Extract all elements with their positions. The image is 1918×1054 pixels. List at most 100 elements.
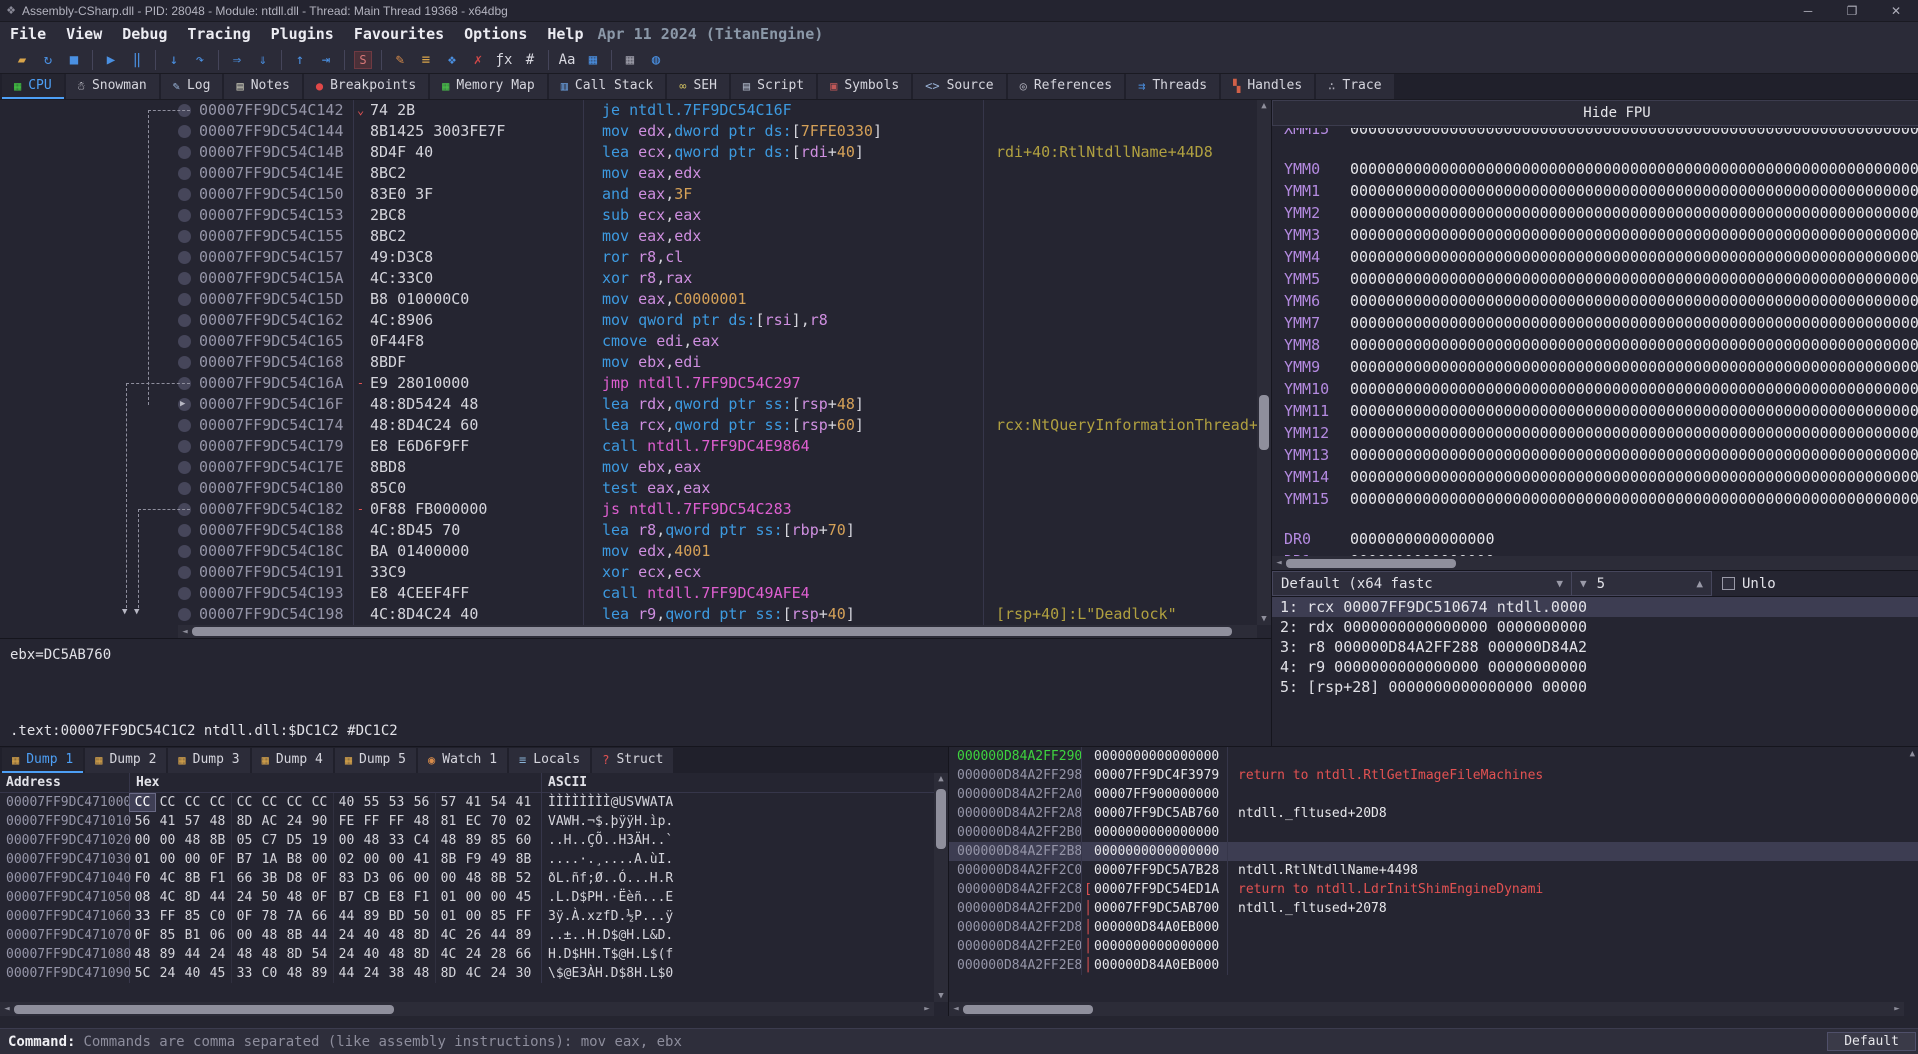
instruction-bytes[interactable]: E8 4CEEF4FF [354, 583, 584, 604]
stack-row[interactable]: 000000D84A2FF2C8[00007FF9DC54ED1Areturn … [949, 880, 1918, 899]
hex-byte[interactable]: 00 [409, 870, 434, 887]
scroll-up-icon[interactable]: ▲ [1257, 101, 1271, 111]
instruction-text[interactable]: mov edx,4001 [584, 541, 984, 562]
hex-byte[interactable]: D8 [282, 870, 307, 887]
dump-hscrollbar[interactable]: ◄ ► [0, 1002, 934, 1016]
open-file-icon[interactable]: ▰ [9, 50, 35, 70]
hex-byte[interactable]: 3B [257, 870, 282, 887]
hex-byte[interactable]: 89 [155, 946, 180, 963]
instruction-bytes[interactable]: 33C9 [354, 562, 584, 583]
breakpoint-dot[interactable] [178, 545, 191, 558]
step-over-icon[interactable]: ↷ [187, 50, 213, 70]
instruction-address[interactable]: 00007FF9DC54C18C [199, 541, 354, 562]
hex-byte[interactable]: 8B [436, 851, 461, 868]
menu-item-help[interactable]: Help [537, 25, 593, 43]
maximize-button[interactable]: ❐ [1830, 0, 1874, 22]
instruction-bytes[interactable]: 83E0 3F [354, 184, 584, 205]
run-to-user-code-icon[interactable]: ↑ [287, 50, 313, 70]
hex-byte[interactable]: CC [205, 794, 230, 811]
column-header-hex[interactable]: Hex [130, 773, 542, 793]
hex-byte[interactable]: 06 [384, 870, 409, 887]
instruction-address[interactable]: 00007FF9DC54C16A [199, 373, 354, 394]
hex-byte[interactable]: 8B [511, 851, 536, 868]
hex-byte[interactable]: EC [461, 813, 486, 830]
breakpoint-dot[interactable] [178, 440, 191, 453]
instruction-address[interactable]: 00007FF9DC54C15D [199, 289, 354, 310]
hex-byte[interactable]: 05 [232, 832, 257, 849]
calling-convention-select[interactable]: Default (x64 fastc ▼ [1272, 571, 1572, 596]
hex-byte[interactable]: 89 [359, 908, 384, 925]
hex-byte[interactable]: FE [334, 813, 359, 830]
instruction-address[interactable]: 00007FF9DC54C142 [199, 100, 354, 121]
dump-ascii[interactable]: ðL.ñf;Ø..Ó...H.R [542, 869, 673, 888]
tab-dump-4[interactable]: ▦Dump 4 [252, 748, 333, 773]
dump-row[interactable]: 00007FF9DC4710700F85B10600488B442440488D… [0, 926, 948, 945]
instruction-text[interactable]: sub ecx,eax [584, 205, 984, 226]
instruction-text[interactable]: cmove edi,eax [584, 331, 984, 352]
instruction-text[interactable]: lea r8,qword ptr ss:[rbp+70] [584, 520, 984, 541]
dump-row[interactable]: 00007FF9DC4710905C24404533C0488944243848… [0, 964, 948, 983]
instruction-address[interactable]: 00007FF9DC54C168 [199, 352, 354, 373]
hex-byte[interactable]: 5C [130, 965, 155, 982]
scroll-right-icon[interactable]: ► [920, 1004, 934, 1014]
pencil-icon[interactable]: ✎ [387, 50, 413, 70]
stack-address[interactable]: 000000D84A2FF2C0 [949, 861, 1081, 880]
breakpoint-dot[interactable] [178, 314, 191, 327]
instruction-bytes[interactable]: ⌄74 2B [354, 100, 584, 121]
close-icon[interactable]: ■ [61, 50, 87, 70]
register-row[interactable]: XMM1500000000000000000000000000000000000… [1284, 128, 1918, 140]
hex-byte[interactable]: 48 [384, 927, 409, 944]
scroll-thumb[interactable] [963, 1005, 1093, 1014]
hex-byte[interactable]: 00 [436, 870, 461, 887]
register-row[interactable]: YMM1100000000000000000000000000000000000… [1284, 400, 1918, 422]
hex-byte[interactable]: C7 [257, 832, 282, 849]
hex-byte[interactable]: 48 [461, 870, 486, 887]
layers-icon[interactable]: ❖ [439, 50, 465, 70]
register-row[interactable]: YMM1200000000000000000000000000000000000… [1284, 422, 1918, 444]
dump-address[interactable]: 00007FF9DC471050 [0, 888, 130, 907]
tab-handles[interactable]: ▚Handles [1221, 74, 1314, 99]
dump-ascii[interactable]: .L.D$PH.·Ëèñ...E [542, 888, 673, 907]
stack-row[interactable]: 000000D84A2FF2E8│000000D84A0EB000 [949, 956, 1918, 975]
dump-row[interactable]: 00007FF9DC4710200000488B05C7D519004833C4… [0, 831, 948, 850]
disassembly-pane[interactable]: ▶ ▼ ▼ 00007FF9DC54C142⌄74 2Bje ntdll.7FF… [0, 100, 1271, 638]
hex-byte[interactable]: 8D [409, 946, 434, 963]
stack-value[interactable]: 00007FF9DC5AB760 [1081, 804, 1227, 823]
instruction-bytes[interactable]: 85C0 [354, 478, 584, 499]
tab-struct[interactable]: ?Struct [592, 748, 673, 773]
hex-byte[interactable]: D5 [282, 832, 307, 849]
hex-byte[interactable]: 66 [511, 946, 536, 963]
hex-byte[interactable]: 00 [486, 889, 511, 906]
hex-byte[interactable]: 60 [511, 832, 536, 849]
arguments-list[interactable]: ▲ ▼ 1: rcx 00007FF9DC510674 ntdll.00002:… [1272, 596, 1918, 746]
disassembly-vscrollbar[interactable]: ▲ ▼ [1257, 100, 1271, 625]
register-list[interactable]: XMM1500000000000000000000000000000000000… [1272, 126, 1918, 556]
hex-byte[interactable]: 8B [282, 927, 307, 944]
run-icon[interactable]: ▶ [98, 50, 124, 70]
hex-byte[interactable]: 49 [486, 851, 511, 868]
disassembly-row[interactable]: 00007FF9DC54C1650F44F8cmove edi,eax [0, 331, 1271, 352]
disassembly-row[interactable]: 00007FF9DC54C1532BC8sub ecx,eax [0, 205, 1271, 226]
hex-byte[interactable]: B7 [232, 851, 257, 868]
hex-byte[interactable]: 48 [180, 832, 205, 849]
stack-value[interactable]: 0000000000000000 [1081, 823, 1227, 842]
breakpoint-dot[interactable] [178, 251, 191, 264]
hex-byte[interactable]: F0 [130, 870, 155, 887]
hex-byte[interactable]: 54 [486, 794, 511, 811]
tab-log[interactable]: ✎Log [161, 74, 223, 99]
disassembly-row[interactable]: 00007FF9DC54C1688BDFmov ebx,edi [0, 352, 1271, 373]
instruction-bytes[interactable]: 8D4F 40 [354, 142, 584, 163]
instruction-text[interactable]: ror r8,cl [584, 247, 984, 268]
execute-till-return-icon[interactable]: ⇒ [224, 50, 250, 70]
disassembly-row[interactable]: 00007FF9DC54C15749:D3C8ror r8,cl [0, 247, 1271, 268]
breakpoint-dot[interactable] [178, 188, 191, 201]
tab-breakpoints[interactable]: ●Breakpoints [304, 74, 428, 99]
hex-byte[interactable]: 70 [486, 813, 511, 830]
breakpoint-dot[interactable] [178, 125, 191, 138]
preferences-icon[interactable]: ▦ [580, 50, 606, 70]
step-into-icon[interactable]: ↓ [161, 50, 187, 70]
hex-byte[interactable]: 85 [180, 908, 205, 925]
dump-vscrollbar[interactable]: ▲ ▼ [934, 773, 948, 1002]
tab-threads[interactable]: ⇉Threads [1126, 74, 1219, 99]
breakpoint-dot[interactable] [178, 335, 191, 348]
